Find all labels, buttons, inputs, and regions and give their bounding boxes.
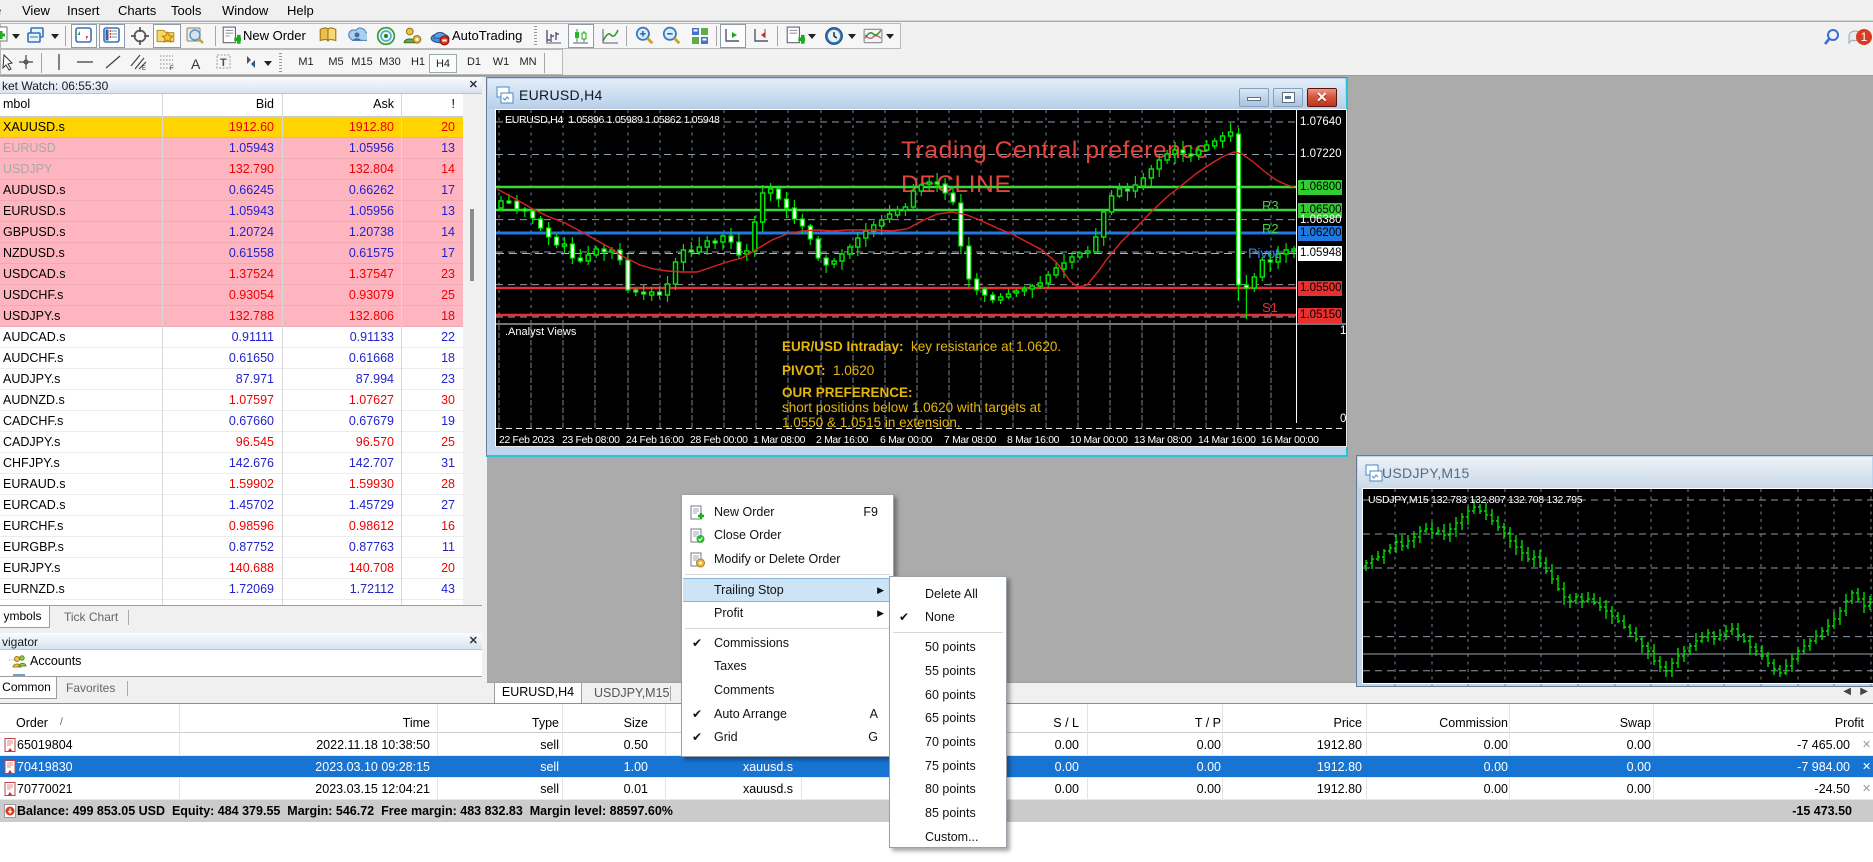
- svg-text:T: T: [220, 57, 227, 69]
- svg-text:F: F: [170, 66, 174, 71]
- svg-text:E: E: [142, 66, 146, 71]
- svg-text:1: 1: [1861, 30, 1868, 44]
